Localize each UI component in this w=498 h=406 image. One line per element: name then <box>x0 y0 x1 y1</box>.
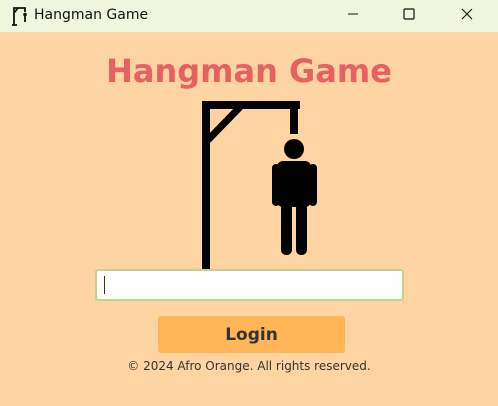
gallows-icon <box>8 5 30 27</box>
text-caret <box>104 276 105 294</box>
title-bar: Hangman Game <box>0 0 498 32</box>
page-title: Hangman Game <box>106 52 392 90</box>
minimize-button[interactable] <box>330 0 376 32</box>
hangman-gallows-icon <box>180 98 320 288</box>
name-input[interactable] <box>95 269 404 301</box>
login-button[interactable]: Login <box>158 316 345 353</box>
close-icon <box>461 7 473 25</box>
footer-copyright: © 2024 Afro Orange. All rights reserved. <box>127 359 371 373</box>
window-title: Hangman Game <box>34 7 149 23</box>
maximize-icon <box>403 7 415 25</box>
minimize-icon <box>347 7 359 25</box>
close-button[interactable] <box>444 0 490 32</box>
maximize-button[interactable] <box>386 0 432 32</box>
